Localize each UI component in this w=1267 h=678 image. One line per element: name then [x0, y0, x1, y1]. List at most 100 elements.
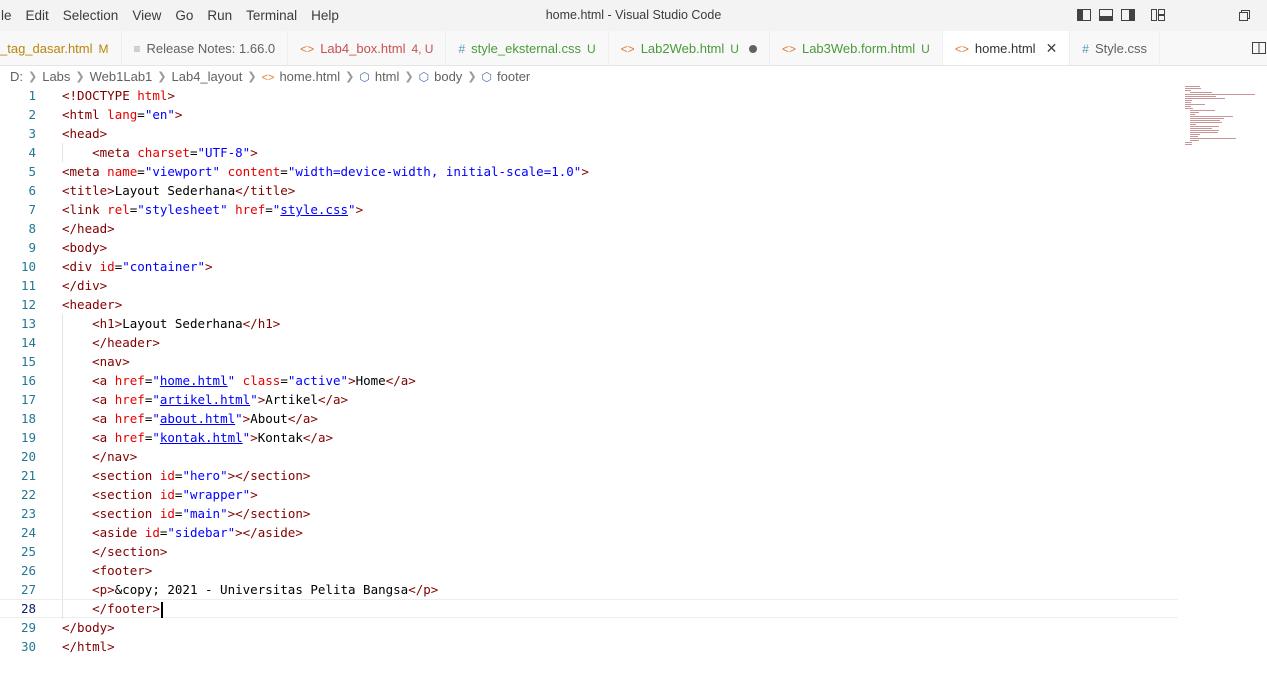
- tab-label: Lab3Web.form.html: [801, 41, 916, 56]
- minimap-line: [1185, 98, 1225, 99]
- split-editor-icon[interactable]: [1251, 40, 1267, 56]
- breadcrumb-item[interactable]: Web1Lab1: [90, 69, 153, 84]
- code-text: </html>: [62, 639, 115, 654]
- code-text: <a href="artikel.html">Artikel</a>: [92, 392, 349, 407]
- tab--tag-dasar-html[interactable]: _tag_dasar.html M: [0, 31, 122, 65]
- minimap-line: [1190, 132, 1218, 133]
- code-line[interactable]: 10 <div id="container">: [0, 257, 1178, 276]
- code-line[interactable]: 24 <aside id="sidebar"></aside>: [0, 523, 1178, 542]
- code-line[interactable]: 16 <a href="home.html" class="active">Ho…: [0, 371, 1178, 390]
- breadcrumb-item[interactable]: D:: [10, 69, 23, 84]
- breadcrumb-item[interactable]: ⬡ footer: [482, 69, 531, 84]
- tab-lab3web-form-html[interactable]: <> Lab3Web.form.html U: [770, 31, 943, 65]
- line-number: 27: [20, 582, 36, 597]
- minimap-line: [1190, 122, 1222, 123]
- code-line[interactable]: 20 </nav>: [0, 447, 1178, 466]
- code-text: <footer>: [92, 563, 153, 578]
- code-line[interactable]: 11 </div>: [0, 276, 1178, 295]
- line-number: 8: [28, 221, 36, 236]
- code-line[interactable]: 23 <section id="main"></section>: [0, 504, 1178, 523]
- code-line[interactable]: 8 </head>: [0, 219, 1178, 238]
- minimap-line: [1185, 108, 1193, 109]
- tab-style-css[interactable]: # Style.css: [1070, 31, 1160, 65]
- code-line[interactable]: 6 <title>Layout Sederhana</title>: [0, 181, 1178, 200]
- tab-style-eksternal-css[interactable]: # style_eksternal.css U: [446, 31, 609, 65]
- tab-home-html[interactable]: <> home.html ✕: [942, 31, 1071, 65]
- code-line[interactable]: 1 <!DOCTYPE html>: [0, 86, 1178, 105]
- close-icon[interactable]: ✕: [1046, 40, 1058, 57]
- breadcrumb-item[interactable]: ⬡ html: [359, 69, 399, 84]
- menu-item-run[interactable]: Run: [200, 0, 239, 31]
- code-line[interactable]: 22 <section id="wrapper">: [0, 485, 1178, 504]
- symbol-cube-icon: ⬡: [418, 69, 430, 84]
- code-line[interactable]: 30 </html>: [0, 637, 1178, 656]
- minimap[interactable]: [1185, 86, 1267, 156]
- toggle-primary-sidebar-icon[interactable]: [1076, 7, 1092, 23]
- breadcrumb-label: Web1Lab1: [89, 68, 153, 84]
- line-number: 6: [28, 183, 36, 198]
- menu-item-selection[interactable]: Selection: [56, 0, 126, 31]
- tab-lab2web-html[interactable]: <> Lab2Web.html U: [609, 31, 770, 65]
- code-line[interactable]: 9 <body>: [0, 238, 1178, 257]
- angle-brackets-icon: <>: [620, 41, 635, 56]
- code-text: <meta charset="UTF-8">: [92, 145, 258, 160]
- text-cursor: [160, 601, 163, 618]
- menu-item-go[interactable]: Go: [168, 0, 200, 31]
- hash-icon: #: [1082, 41, 1089, 56]
- breadcrumb-item[interactable]: <> home.html: [262, 69, 341, 84]
- customize-layout-icon[interactable]: [1150, 7, 1166, 23]
- code-line[interactable]: 3 <head>: [0, 124, 1178, 143]
- menu-item-edit[interactable]: Edit: [19, 0, 56, 31]
- tab-release-notes-1-66-0[interactable]: ≡ Release Notes: 1.66.0: [122, 31, 289, 65]
- breadcrumb-item[interactable]: ⬡ body: [419, 69, 463, 84]
- restore-window-button[interactable]: [1236, 7, 1252, 23]
- breadcrumb-item[interactable]: Lab4_layout: [172, 69, 243, 84]
- line-number: 5: [28, 164, 36, 179]
- code-line[interactable]: 4 <meta charset="UTF-8">: [0, 143, 1178, 162]
- code-line[interactable]: 26 <footer>: [0, 561, 1178, 580]
- minimap-line: [1185, 88, 1201, 89]
- code-line[interactable]: 7 <link rel="stylesheet" href="style.css"…: [0, 200, 1178, 219]
- menu-item-terminal[interactable]: Terminal: [239, 0, 304, 31]
- toggle-secondary-sidebar-icon[interactable]: [1120, 7, 1136, 23]
- code-line[interactable]: 2 <html lang="en">: [0, 105, 1178, 124]
- line-number: 22: [20, 487, 36, 502]
- code-line[interactable]: 25 </section>: [0, 542, 1178, 561]
- toggle-panel-icon[interactable]: [1098, 7, 1114, 23]
- tab-label: Lab4_box.html: [320, 41, 406, 56]
- code-line[interactable]: 5 <meta name="viewport" content="width=de…: [0, 162, 1178, 181]
- code-line[interactable]: 12 <header>: [0, 295, 1178, 314]
- code-line[interactable]: 18 <a href="about.html">About</a>: [0, 409, 1178, 428]
- code-line[interactable]: 29 </body>: [0, 618, 1178, 637]
- menu-item-help[interactable]: Help: [304, 0, 346, 31]
- minimap-line: [1185, 144, 1192, 145]
- breadcrumb-item[interactable]: Labs: [42, 69, 70, 84]
- code-text: <a href="about.html">About</a>: [92, 411, 318, 426]
- code-line[interactable]: 19 <a href="kontak.html">Kontak</a>: [0, 428, 1178, 447]
- minimap-line: [1190, 134, 1200, 135]
- line-number: 2: [28, 107, 36, 122]
- code-text: </head>: [62, 221, 115, 236]
- code-line[interactable]: 14 </header>: [0, 333, 1178, 352]
- code-line[interactable]: 28 </footer>: [0, 599, 1178, 619]
- minimap-line: [1185, 104, 1205, 105]
- tab-lab4-box-html[interactable]: <> Lab4_box.html 4, U: [288, 31, 447, 65]
- dot-icon[interactable]: [748, 44, 757, 53]
- code-line[interactable]: 21 <section id="hero"></section>: [0, 466, 1178, 485]
- code-line[interactable]: 27 <p>&copy; 2021 - Universitas Pelita B…: [0, 580, 1178, 599]
- code-text: <link rel="stylesheet" href="style.css">: [62, 202, 364, 217]
- chevron-right-icon: ❯: [75, 70, 85, 83]
- code-line[interactable]: 15 <nav>: [0, 352, 1178, 371]
- menu-item-le[interactable]: le: [0, 0, 19, 31]
- code-text: <nav>: [92, 354, 130, 369]
- tab-status-badge: 4, U: [411, 41, 434, 56]
- code-line[interactable]: 13 <h1>Layout Sederhana</h1>: [0, 314, 1178, 333]
- breadcrumb-label: body: [434, 68, 463, 84]
- code-editor[interactable]: 1 <!DOCTYPE html> 2 <html lang="en"> 3 <head>…: [0, 86, 1267, 678]
- minimap-line: [1190, 138, 1236, 139]
- menu-item-view[interactable]: View: [125, 0, 168, 31]
- code-text: </div>: [62, 278, 108, 293]
- code-line[interactable]: 17 <a href="artikel.html">Artikel</a>: [0, 390, 1178, 409]
- code-text: <section id="main"></section>: [92, 506, 311, 521]
- minimap-line: [1190, 112, 1199, 113]
